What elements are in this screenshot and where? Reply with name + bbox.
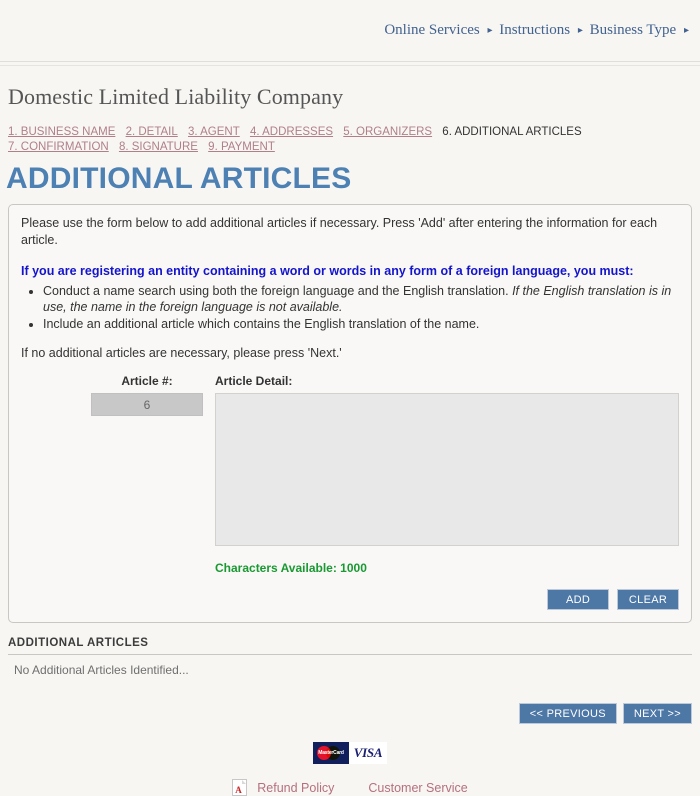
characters-available-counter: Characters Available: 1000 [215, 561, 367, 575]
step-link-agent[interactable]: 3. AGENT [188, 126, 240, 138]
main-heading: ADDITIONAL ARTICLES [6, 162, 352, 195]
no-articles-note: If no additional articles are necessary,… [21, 346, 342, 360]
results-section-title: ADDITIONAL ARTICLES [8, 637, 692, 655]
bullet-text: Conduct a name search using both the for… [43, 284, 513, 298]
breadcrumb-item-business-type[interactable]: Business Type [590, 22, 677, 38]
bullet-text: Include an additional article which cont… [43, 317, 480, 331]
step-link-business-name[interactable]: 1. BUSINESS NAME [8, 126, 115, 138]
additional-articles-panel: Please use the form below to add additio… [8, 204, 692, 623]
accepted-cards: MasterCard VISA [313, 742, 387, 764]
article-detail-field-group: Article Detail: [215, 374, 679, 549]
breadcrumb-separator-icon: ▸ [577, 25, 583, 36]
intro-text: Please use the form below to add additio… [21, 216, 658, 247]
page-title: Domestic Limited Liability Company [8, 84, 344, 109]
foreign-language-bullet-list: Conduct a name search using both the for… [21, 283, 679, 332]
refund-policy-link[interactable]: Refund Policy [257, 781, 334, 795]
step-link-signature[interactable]: 8. SIGNATURE [119, 141, 198, 153]
additional-articles-results-section: ADDITIONAL ARTICLES No Additional Articl… [8, 637, 692, 677]
add-button[interactable]: ADD [547, 589, 609, 610]
clear-button[interactable]: CLEAR [617, 589, 679, 610]
list-item: Conduct a name search using both the for… [43, 283, 679, 315]
breadcrumb-item-instructions[interactable]: Instructions [499, 22, 570, 38]
top-header-bar: Online Services ▸ Instructions ▸ Busines… [0, 0, 700, 62]
step-link-confirmation[interactable]: 7. CONFIRMATION [8, 141, 109, 153]
page-footer: MasterCard VISA Refund Policy Customer S… [0, 742, 700, 796]
step-navigation: 1. BUSINESS NAME 2. DETAIL 3. AGENT 4. A… [0, 110, 698, 155]
mastercard-label: MasterCard [318, 750, 344, 756]
results-empty-message: No Additional Articles Identified... [14, 663, 189, 677]
foreign-language-warning-heading: If you are registering an entity contain… [21, 264, 634, 278]
form-button-row: ADD CLEAR [21, 589, 679, 610]
pdf-icon [232, 779, 248, 796]
footer-links: Refund Policy Customer Service [0, 779, 700, 796]
article-detail-textarea[interactable] [215, 393, 679, 546]
step-link-detail[interactable]: 2. DETAIL [126, 126, 178, 138]
step-link-organizers[interactable]: 5. ORGANIZERS [343, 126, 432, 138]
breadcrumb: Online Services ▸ Instructions ▸ Busines… [384, 22, 692, 39]
step-link-addresses[interactable]: 4. ADDRESSES [250, 126, 333, 138]
list-item: Include an additional article which cont… [43, 316, 679, 332]
next-button[interactable]: NEXT >> [622, 703, 692, 724]
article-form-row: Article #: Article Detail: [21, 374, 679, 549]
breadcrumb-item-online-services[interactable]: Online Services [384, 22, 479, 38]
breadcrumb-separator-icon: ▸ [487, 25, 493, 36]
article-number-input [91, 393, 203, 416]
customer-service-link[interactable]: Customer Service [368, 781, 467, 795]
article-number-field-group: Article #: [91, 374, 203, 416]
step-current-additional-articles: 6. ADDITIONAL ARTICLES [442, 126, 582, 138]
wizard-navigation-row: << PREVIOUS NEXT >> [8, 703, 692, 724]
characters-available-wrapper: Characters Available: 1000 [21, 561, 679, 575]
mastercard-icon: MasterCard [313, 742, 349, 764]
article-number-label: Article #: [121, 374, 173, 388]
previous-button[interactable]: << PREVIOUS [518, 703, 617, 724]
article-detail-label: Article Detail: [215, 374, 293, 388]
visa-icon: VISA [349, 742, 387, 764]
step-link-payment[interactable]: 9. PAYMENT [208, 141, 275, 153]
breadcrumb-separator-icon: ▸ [683, 25, 689, 36]
